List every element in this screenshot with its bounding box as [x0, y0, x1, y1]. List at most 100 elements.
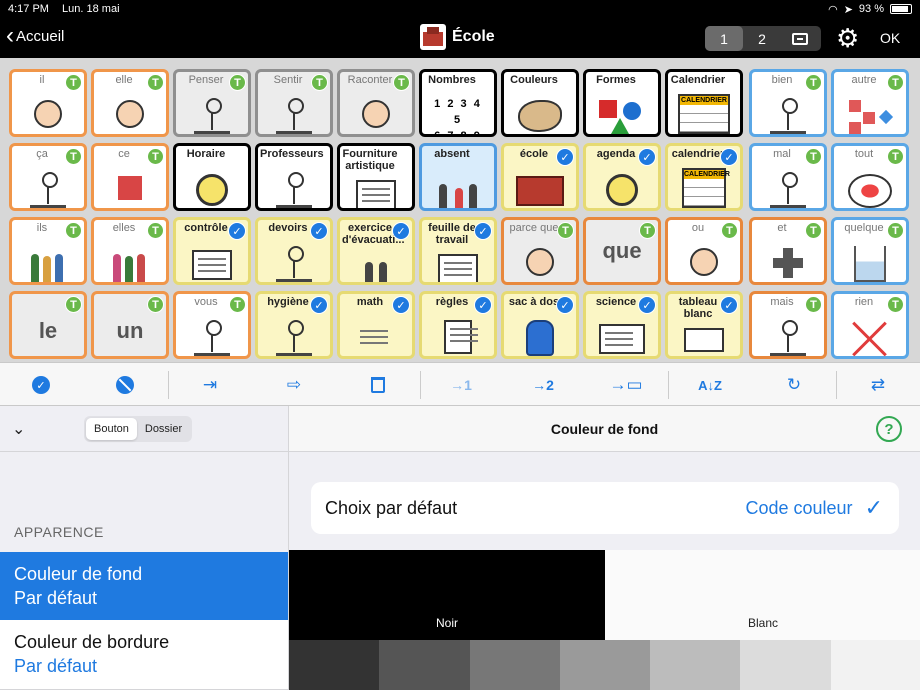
cell-elles[interactable]: elles T: [91, 217, 169, 285]
folder-professeurs[interactable]: Professeurs: [255, 143, 333, 211]
cell-agenda[interactable]: agenda ✓: [583, 143, 661, 211]
text-badge-icon: T: [229, 74, 246, 91]
hygiene-icon: [276, 318, 312, 356]
back-button[interactable]: ‹ Accueil: [6, 24, 64, 48]
segment-dossier[interactable]: Dossier: [137, 418, 190, 440]
cell-quelque[interactable]: quelque T: [831, 217, 909, 285]
cell-rien[interactable]: rien T: [831, 291, 909, 359]
swatch-gray-6[interactable]: [740, 640, 831, 690]
cell-elle[interactable]: elle T: [91, 69, 169, 137]
rules-list-icon: [444, 320, 478, 354]
import-button[interactable]: ⇥: [168, 363, 252, 407]
cell-tableau-blanc[interactable]: tableau blanc ✓: [665, 291, 743, 359]
cell-math[interactable]: math ✓: [337, 291, 415, 359]
thumbs-up-person-icon: [770, 96, 806, 134]
checkmark-icon: ✓: [638, 296, 656, 314]
help-icon[interactable]: ?: [876, 416, 902, 442]
folder-horaire[interactable]: Horaire: [173, 143, 251, 211]
swatch-noir[interactable]: Noir: [289, 550, 605, 640]
refresh-button[interactable]: ↻: [752, 363, 836, 407]
swatch-gray-3[interactable]: [469, 640, 560, 690]
cell-sentir[interactable]: Sentir T: [255, 69, 333, 137]
swatch-gray-1[interactable]: [289, 640, 380, 690]
swatch-gray-2[interactable]: [379, 640, 470, 690]
folder-formes[interactable]: Formes: [583, 69, 661, 137]
checkmark-icon: ✓: [720, 148, 738, 166]
cell-ce[interactable]: ce T: [91, 143, 169, 211]
cell-raconter[interactable]: Raconter T: [337, 69, 415, 137]
tray-icon: [792, 32, 808, 45]
thumbs-down-person-icon: [770, 170, 806, 208]
cell-parce-que[interactable]: parce que T: [501, 217, 579, 285]
folder-nombres[interactable]: Nombres 1 2 3 4 5 6 7 8 9 0: [419, 69, 497, 137]
default-choice-row[interactable]: Choix par défaut Code couleur ✓: [311, 482, 899, 534]
cell-le[interactable]: T le: [9, 291, 87, 359]
cell-absent[interactable]: absent: [419, 143, 497, 211]
cell-et[interactable]: et T: [749, 217, 827, 285]
cell-il[interactable]: il T: [9, 69, 87, 137]
backpack-icon: [526, 320, 554, 356]
delete-button[interactable]: [336, 363, 420, 407]
move-to-page-1-button[interactable]: →1: [420, 363, 502, 407]
cell-calendrier[interactable]: calendrier ✓: [665, 143, 743, 211]
cell-controle[interactable]: contrôle ✓: [173, 217, 251, 285]
cell-un[interactable]: T un: [91, 291, 169, 359]
text-badge-icon: T: [887, 148, 904, 165]
folder-calendrier[interactable]: Calendrier: [665, 69, 743, 137]
collapse-chevron-icon[interactable]: ⌄: [12, 419, 32, 439]
move-to-tray-button[interactable]: →▭: [584, 363, 668, 407]
cell-autre[interactable]: autre T: [831, 69, 909, 137]
calendar-icon: [678, 94, 730, 134]
folder-couleurs[interactable]: Couleurs: [501, 69, 579, 137]
shapes-icon: [597, 94, 647, 134]
swatch-blanc[interactable]: Blanc: [605, 550, 920, 640]
sort-button[interactable]: A↓Z: [668, 363, 752, 407]
move-to-page-2-button[interactable]: →2: [502, 363, 584, 407]
cell-bien[interactable]: bien T: [749, 69, 827, 137]
swatch-gray-7[interactable]: [830, 640, 920, 690]
swatch-gray-5[interactable]: [650, 640, 741, 690]
ok-button[interactable]: OK: [880, 30, 900, 46]
text-badge-icon: T: [805, 148, 822, 165]
text-badge-icon: T: [147, 74, 164, 91]
cell-hygiene[interactable]: hygiène ✓: [255, 291, 333, 359]
segment-bouton[interactable]: Bouton: [86, 417, 137, 440]
cell-mais[interactable]: mais T: [749, 291, 827, 359]
page-2-button[interactable]: 2: [743, 26, 781, 51]
swap-button[interactable]: ⇄: [836, 363, 920, 407]
folder-fourniture-artistique[interactable]: Fourniture artistique: [337, 143, 415, 211]
text-badge-icon: T: [147, 296, 164, 313]
select-all-icon: ✓: [32, 376, 50, 394]
share-button[interactable]: ⇨: [252, 363, 336, 407]
checkmark-icon: ✓: [864, 495, 883, 520]
settings-gear-icon[interactable]: ⚙: [836, 24, 859, 52]
row-couleur-de-fond[interactable]: Couleur de fond Par défaut: [0, 552, 288, 620]
checkmark-icon: ✓: [392, 222, 410, 240]
page-1-button[interactable]: 1: [705, 26, 743, 51]
cell-ils[interactable]: ils T: [9, 217, 87, 285]
cell-ca[interactable]: ça T: [9, 143, 87, 211]
deselect-all-button[interactable]: [82, 363, 168, 407]
cell-ecole[interactable]: école ✓: [501, 143, 579, 211]
cell-regles[interactable]: règles ✓: [419, 291, 497, 359]
checkmark-icon: ✓: [720, 296, 738, 314]
evacuation-drill-icon: [351, 244, 401, 282]
cell-penser[interactable]: Penser T: [173, 69, 251, 137]
cell-vous[interactable]: vous T: [173, 291, 251, 359]
swatch-gray-4[interactable]: [559, 640, 651, 690]
cell-mal[interactable]: mal T: [749, 143, 827, 211]
move-to-tray-icon: →▭: [609, 375, 643, 394]
select-all-button[interactable]: ✓: [0, 363, 82, 407]
cell-que[interactable]: T que: [583, 217, 661, 285]
cell-exercice-evacuation[interactable]: exercice d'évacuati... ✓: [337, 217, 415, 285]
cell-science[interactable]: science ✓: [583, 291, 661, 359]
tray-button[interactable]: [781, 26, 819, 51]
page-switcher: 1 2: [705, 26, 821, 51]
cell-ou[interactable]: ou T: [665, 217, 743, 285]
cell-devoirs[interactable]: devoirs ✓: [255, 217, 333, 285]
cell-feuille-de-travail[interactable]: feuille de travail ✓: [419, 217, 497, 285]
text-badge-icon: T: [65, 74, 82, 91]
row-couleur-de-bordure[interactable]: Couleur de bordure Par défaut: [0, 620, 288, 690]
cell-tout[interactable]: tout T: [831, 143, 909, 211]
cell-sac-a-dos[interactable]: sac à dos ✓: [501, 291, 579, 359]
